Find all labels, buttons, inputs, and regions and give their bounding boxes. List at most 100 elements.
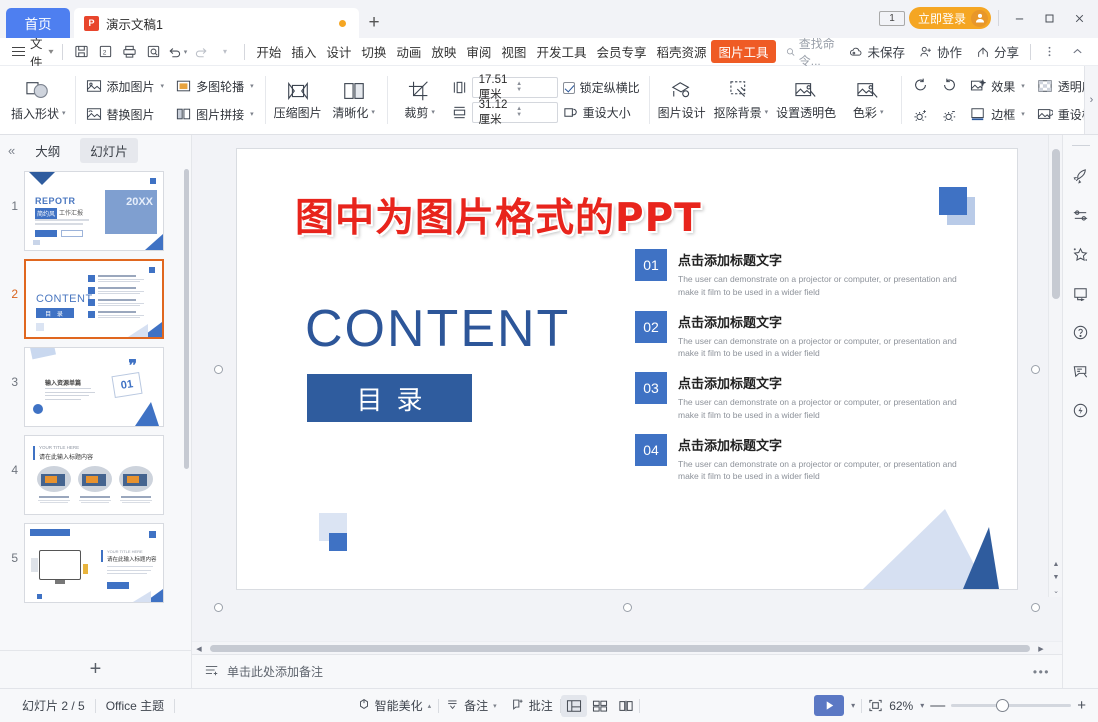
rotate-right-button[interactable] <box>906 71 935 98</box>
tab-count-badge[interactable]: 1 <box>878 10 905 26</box>
theme-status[interactable]: Office 主题 <box>96 697 174 714</box>
canvas-viewport[interactable]: 图中为图片格式的PPT CONTENT 目录 01 点击添加标题文字 The u… <box>192 135 1062 641</box>
resize-handle-s[interactable] <box>623 603 632 612</box>
resize-handle-e[interactable] <box>1031 365 1040 374</box>
list-item[interactable]: 4 YOUR TITLE HERE 请在此输入标题内容 <box>0 431 191 519</box>
search-command-box[interactable]: 查找命令... <box>786 35 844 69</box>
unsaved-status[interactable]: 未保存 <box>843 40 911 63</box>
minimize-button[interactable] <box>1006 5 1032 31</box>
slide-thumbnail-3[interactable]: ❞ 输入资源单篇 01 <box>24 347 164 427</box>
canvas-vertical-scrollbar[interactable]: ▲ ▼ ⌄ <box>1048 135 1062 597</box>
slide-count-status[interactable]: 幻灯片 2 / 5 <box>12 697 95 714</box>
border-button[interactable]: 边框 ▾ <box>964 101 1031 128</box>
list-item[interactable]: 01 点击添加标题文字 The user can demonstrate on … <box>635 249 965 299</box>
list-item[interactable]: 3 ❞ 输入资源单篇 01 <box>0 343 191 431</box>
list-item[interactable]: 2 CONTENT 目 录 <box>0 255 191 343</box>
add-picture-button[interactable]: 添加图片 ▾ <box>80 73 171 100</box>
frame-icon[interactable] <box>1068 280 1094 306</box>
rocket-icon[interactable] <box>1068 163 1094 189</box>
list-item[interactable]: 04 点击添加标题文字 The user can demonstrate on … <box>635 433 965 484</box>
print-preview-icon[interactable] <box>142 41 165 63</box>
slide-thumbnail-1[interactable]: REPOTR 简约风 工作汇报 20XX <box>24 171 164 251</box>
list-item[interactable]: 02 点击添加标题文字 The user can demonstrate on … <box>635 310 965 361</box>
sidebar-scrollbar-thumb[interactable] <box>184 169 189 469</box>
replace-picture-button[interactable]: 替换图片 <box>80 101 171 128</box>
tab-picture-tools[interactable]: 图片工具 <box>711 40 776 63</box>
tab-review[interactable]: 审阅 <box>461 40 496 63</box>
save-icon[interactable] <box>70 41 93 63</box>
share-button[interactable]: 分享 <box>970 40 1025 63</box>
feedback-icon[interactable] <box>1068 358 1094 384</box>
slide-thumbnail-5[interactable]: YOUR TITLE HERE 请在此输入标题内容 <box>24 523 164 603</box>
color-button[interactable]: 色彩 ▾ <box>840 69 896 132</box>
toolbar-scroll-right-button[interactable]: › <box>1084 66 1098 134</box>
chevron-up-icon[interactable] <box>1064 39 1090 65</box>
tab-slides[interactable]: 幻灯片 <box>80 137 138 163</box>
tab-design[interactable]: 设计 <box>321 40 356 63</box>
tab-document[interactable]: P 演示文稿1 <box>74 8 359 38</box>
reset-size-button[interactable]: 重设大小 <box>563 104 631 121</box>
lock-aspect-checkbox[interactable]: 锁定纵横比 <box>562 79 640 96</box>
tab-animation[interactable]: 动画 <box>391 40 426 63</box>
undo-icon[interactable]: ▾ <box>166 41 189 63</box>
crop-button[interactable]: 裁剪 ▾ <box>392 69 448 132</box>
maximize-button[interactable] <box>1036 5 1062 31</box>
canvas-vscroll-thumb[interactable] <box>1052 149 1060 299</box>
slide-heading-en[interactable]: CONTENT <box>305 299 570 359</box>
resize-handle-w[interactable] <box>214 365 223 374</box>
resize-handle-se[interactable] <box>1031 603 1040 612</box>
slideshow-options-chevron-icon[interactable]: ▾ <box>851 701 855 710</box>
picture-design-button[interactable]: 图片设计 <box>654 69 710 132</box>
slide-heading-cn[interactable]: 目录 <box>307 374 472 422</box>
zoom-slider-knob[interactable] <box>996 699 1010 712</box>
multi-carousel-button[interactable]: 多图轮播 ▾ <box>170 73 260 100</box>
tab-docer-resources[interactable]: 稻壳资源 <box>651 40 711 63</box>
collaborate-button[interactable]: 协作 <box>913 40 968 63</box>
width-input[interactable]: 31.12厘米 ▲ ▼ <box>471 99 558 126</box>
slide-thumbnail-2[interactable]: CONTENT 目 录 <box>24 259 164 339</box>
slide-sorter-icon[interactable] <box>587 695 613 717</box>
compress-picture-button[interactable]: 压缩图片 <box>270 69 326 132</box>
collapse-panel-button[interactable]: « <box>8 143 15 158</box>
notes-toggle-button[interactable]: 备注 ▾ <box>439 694 504 717</box>
file-menu-button[interactable]: 文件 ▾ <box>6 37 59 70</box>
sliders-icon[interactable] <box>1068 202 1094 228</box>
lightning-icon[interactable] <box>1068 397 1094 423</box>
redo-icon[interactable] <box>190 41 213 63</box>
more-vertical-icon[interactable] <box>1036 39 1062 65</box>
tab-outline[interactable]: 大纲 <box>25 138 70 163</box>
brightness-down-button[interactable] <box>935 102 964 129</box>
zoom-out-button[interactable]: — <box>930 697 945 714</box>
set-transparent-color-button[interactable]: 设置透明色 <box>772 69 840 132</box>
zoom-level-label[interactable]: 62% <box>889 699 913 713</box>
tab-transition[interactable]: 切换 <box>356 40 391 63</box>
print-icon[interactable] <box>118 41 141 63</box>
resize-handle-sw[interactable] <box>214 603 223 612</box>
effects-button[interactable]: 效果 ▾ <box>964 73 1031 100</box>
sparkle-star-icon[interactable] <box>1068 241 1094 267</box>
rotate-left-button[interactable] <box>935 71 964 98</box>
new-tab-button[interactable]: + <box>359 8 389 38</box>
customize-quick-access-icon[interactable]: ▾ <box>214 41 237 63</box>
scroll-up-button[interactable]: ▲ <box>1049 558 1062 571</box>
remove-background-button[interactable]: 抠除背景 ▾ <box>710 69 773 132</box>
scroll-right-button[interactable]: ▶ <box>1034 642 1048 655</box>
height-input[interactable]: 17.51厘米 ▲ ▼ <box>471 74 558 101</box>
list-item[interactable]: 5 YOUR TITLE HERE 请在此输入标题内容 <box>0 519 191 607</box>
scroll-left-button[interactable]: ◀ <box>192 642 206 655</box>
tab-member-exclusive[interactable]: 会员专享 <box>591 40 651 63</box>
slide-thumbnail-4[interactable]: YOUR TITLE HERE 请在此输入标题内容 <box>24 435 164 515</box>
tab-view[interactable]: 视图 <box>496 40 531 63</box>
canvas-horizontal-scrollbar[interactable]: ◀ ▶ <box>192 641 1062 654</box>
list-item[interactable]: 1 REPOTR 简约风 工作汇报 20XX <box>0 167 191 255</box>
slide-thumbnail-list[interactable]: 1 REPOTR 简约风 工作汇报 20XX 2 CONTENT 目 录 3 ❞… <box>0 165 191 650</box>
login-button[interactable]: 立即登录 <box>908 7 991 29</box>
help-circle-icon[interactable] <box>1068 319 1094 345</box>
tab-insert[interactable]: 插入 <box>286 40 321 63</box>
comment-button[interactable]: 批注 <box>504 694 560 717</box>
tab-slideshow[interactable]: 放映 <box>426 40 461 63</box>
zoom-slider[interactable] <box>951 699 1072 712</box>
zoom-options-chevron-icon[interactable]: ▾ <box>920 701 924 710</box>
fit-to-window-icon[interactable] <box>868 698 883 713</box>
reading-view-icon[interactable] <box>613 695 639 717</box>
